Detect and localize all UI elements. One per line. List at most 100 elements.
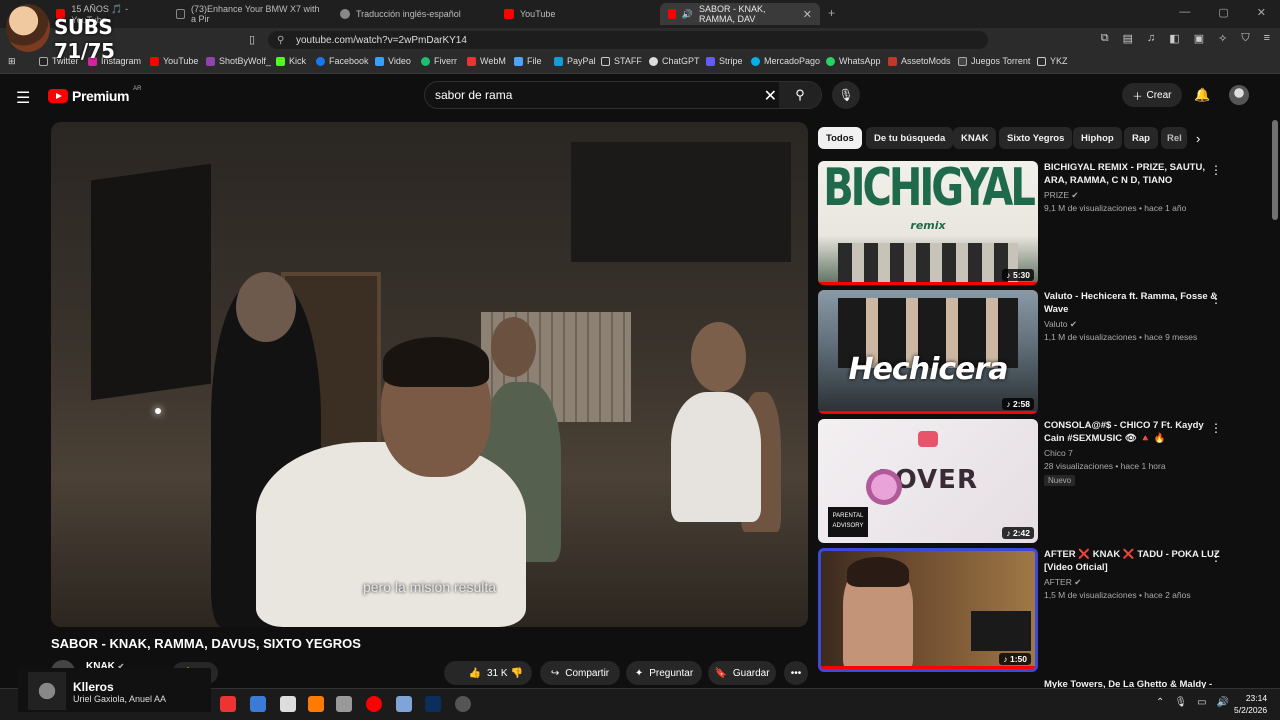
volume-icon[interactable]: 🔊 — [1217, 697, 1229, 708]
dislike-button[interactable]: 👎 — [502, 661, 532, 685]
taskbar-app-icon[interactable] — [220, 696, 236, 712]
microphone-icon[interactable]: 🎙 — [1174, 697, 1187, 708]
bookmark-whatsapp[interactable]: WhatsApp — [826, 56, 881, 66]
shield-icon[interactable]: ⛉ — [1241, 32, 1249, 45]
bookmark-video[interactable]: Video — [375, 56, 411, 66]
taskbar-clock[interactable]: 23:14 5/2/2026 — [1234, 692, 1267, 716]
music-icon[interactable]: ♫ — [1147, 32, 1155, 45]
wallet-icon[interactable]: ▣ — [1194, 32, 1204, 45]
menu-icon[interactable]: ≡ — [1264, 32, 1270, 45]
more-actions-button[interactable]: ••• — [784, 661, 808, 685]
recommendation-item[interactable]: ♪ 1:50 AFTER ❌ KNAK ❌ TADU - POKA LUZ [V… — [818, 548, 1270, 672]
recommendation-title[interactable]: CONSOLA@#$ - CHICO 7 Ft. Kaydy Cain #SEX… — [1044, 419, 1220, 445]
recommendation-title[interactable]: Valuto - Hechicera ft. Ramma, Fosse & Wa… — [1044, 290, 1220, 316]
search-input[interactable]: sabor de rama ✕ ⚲ — [424, 81, 822, 109]
taskbar-app-icon[interactable] — [308, 696, 324, 712]
voice-search-button[interactable]: 🎙 — [832, 81, 860, 109]
bookmark-facebook[interactable]: Facebook — [316, 56, 369, 66]
minimize-icon[interactable]: — — [1179, 6, 1190, 19]
bookmark-shotbywolf[interactable]: ShotByWolf_ — [206, 56, 271, 66]
bookmark-staff[interactable]: STAFF — [601, 56, 642, 66]
ai-icon[interactable]: ✧ — [1218, 32, 1227, 45]
apps-grid-icon[interactable]: ⊞ — [8, 56, 16, 67]
search-button[interactable]: ⚲ — [779, 82, 821, 108]
bookmark-ykz[interactable]: YKZ — [1037, 56, 1068, 66]
new-tab-button[interactable]: + — [828, 6, 835, 20]
photoshop-icon[interactable] — [425, 696, 441, 712]
chip-sixto-yegros[interactable]: Sixto Yegros — [999, 127, 1073, 149]
page-scrollbar[interactable] — [1272, 120, 1278, 220]
chip-todos[interactable]: Todos — [818, 127, 862, 149]
video-thumbnail[interactable]: LOVER PARENTAL ADVISORY ♪ 2:42 — [818, 419, 1038, 543]
chevron-up-icon[interactable]: ⌃ — [1156, 697, 1164, 708]
thumbnail-person-hair — [847, 557, 909, 587]
taskbar-app-icon[interactable] — [396, 696, 412, 712]
recommendation-title[interactable]: AFTER ❌ KNAK ❌ TADU - POKA LUZ [Video Of… — [1044, 548, 1220, 574]
taskbar-app-icon[interactable] — [250, 696, 266, 712]
chevron-right-icon[interactable]: › — [1196, 131, 1200, 146]
browser-tab[interactable]: YouTube — [496, 3, 658, 25]
bookmark-mercadopago[interactable]: MercadoPago — [751, 56, 820, 66]
extensions-icon[interactable]: ⧉ — [1101, 32, 1109, 45]
bookmark-star-icon[interactable]: ▯ — [249, 33, 255, 46]
bookmark-file[interactable]: File — [514, 56, 542, 66]
video-player[interactable]: pero la misión resulta — [51, 122, 808, 627]
sidebar-icon[interactable]: ◧ — [1169, 32, 1179, 45]
person-head — [491, 317, 536, 377]
bookmark-stripe[interactable]: Stripe — [706, 56, 743, 66]
recommendation-item[interactable]: Hechicera ♪ 2:58 Valuto - Hechicera ft. … — [818, 290, 1270, 414]
recommendation-title[interactable]: BICHIGYAL REMIX - PRIZE, SAUTU, ARA, RAM… — [1044, 161, 1220, 187]
bookmark-webm[interactable]: WebM — [467, 56, 506, 66]
taskbar-app-icon[interactable] — [280, 696, 296, 712]
browser-tab[interactable]: Traducción inglés-español — [332, 3, 494, 25]
browser-tab[interactable]: (73)Enhance Your BMW X7 with a Pir — [168, 3, 330, 25]
save-button[interactable]: 🔖 Guardar — [708, 661, 776, 685]
bookmark-assetomods[interactable]: AssetoMods — [888, 56, 951, 66]
bookmark-juegos-torrent[interactable]: Juegos Torrent — [958, 56, 1030, 66]
more-vert-icon[interactable]: ⋮ — [1210, 292, 1222, 306]
bookmark-paypal[interactable]: PayPal — [554, 56, 596, 66]
network-icon[interactable]: ▭ — [1197, 697, 1206, 708]
recommendation-channel[interactable]: PRIZE ✔ — [1044, 190, 1079, 201]
close-tab-icon[interactable]: ✕ — [803, 8, 812, 21]
maximize-icon[interactable]: ▢ — [1218, 6, 1228, 19]
recommendation-item[interactable]: BICHIGYAL remix ♪ 5:30 BICHIGYAL REMIX -… — [818, 161, 1270, 285]
recommendation-channel[interactable]: Valuto ✔ — [1044, 319, 1077, 330]
taskbar-app-icon[interactable] — [455, 696, 471, 712]
bookmark-kick[interactable]: Kick — [276, 56, 306, 66]
chip-de-tu-busqueda[interactable]: De tu búsqueda — [866, 127, 954, 149]
decorative-orb — [866, 469, 902, 505]
taskbar-app-icon[interactable] — [336, 696, 352, 712]
thumbnail-group-photo — [838, 243, 1018, 285]
hamburger-menu-icon[interactable]: ☰ — [16, 88, 30, 108]
video-thumbnail[interactable]: ♪ 1:50 — [818, 548, 1038, 672]
create-button[interactable]: ＋ Crear — [1122, 83, 1182, 107]
taskbar-app-icon[interactable] — [366, 696, 382, 712]
user-avatar[interactable] — [1229, 85, 1249, 105]
more-vert-icon[interactable]: ⋮ — [1210, 163, 1222, 177]
clear-search-icon[interactable]: ✕ — [764, 86, 777, 106]
chip-hiphop[interactable]: Hiphop — [1073, 127, 1122, 149]
more-vert-icon[interactable]: ⋮ — [1210, 421, 1222, 435]
share-button[interactable]: ↪ Compartir — [540, 661, 620, 685]
chip-rap[interactable]: Rap — [1124, 127, 1158, 149]
youtube-premium-logo[interactable]: Premium AR — [48, 86, 141, 104]
recommendation-item[interactable]: LOVER PARENTAL ADVISORY ♪ 2:42 CONSOLA@#$… — [818, 419, 1270, 543]
notifications-bell-icon[interactable]: 🔔 — [1194, 87, 1210, 103]
ask-button[interactable]: ✦ Preguntar — [626, 661, 702, 685]
more-vert-icon[interactable]: ⋮ — [1210, 550, 1222, 564]
video-thumbnail[interactable]: BICHIGYAL remix ♪ 5:30 — [818, 161, 1038, 285]
url-bar[interactable]: ⚲ youtube.com/watch?v=2wPmDarKY14 — [268, 31, 988, 49]
site-info-icon[interactable]: ⚲ — [277, 35, 284, 46]
close-window-icon[interactable]: ✕ — [1257, 6, 1266, 19]
chip-knak[interactable]: KNAK — [953, 127, 997, 149]
chip-rel[interactable]: Rel — [1161, 127, 1187, 149]
browser-tab-active[interactable]: 🔊 SABOR - KNAK, RAMMA, DAV ✕ — [660, 3, 820, 25]
duration-badge: ♪ 5:30 — [1002, 269, 1034, 281]
video-thumbnail[interactable]: Hechicera ♪ 2:58 — [818, 290, 1038, 414]
recommendation-channel[interactable]: AFTER ✔ — [1044, 577, 1081, 588]
bookmark-chatgpt[interactable]: ChatGPT — [649, 56, 700, 66]
recommendation-channel[interactable]: Chico 7 — [1044, 448, 1073, 458]
bookmark-fiverr[interactable]: Fiverr — [421, 56, 457, 66]
reader-icon[interactable]: ▤ — [1123, 32, 1133, 45]
